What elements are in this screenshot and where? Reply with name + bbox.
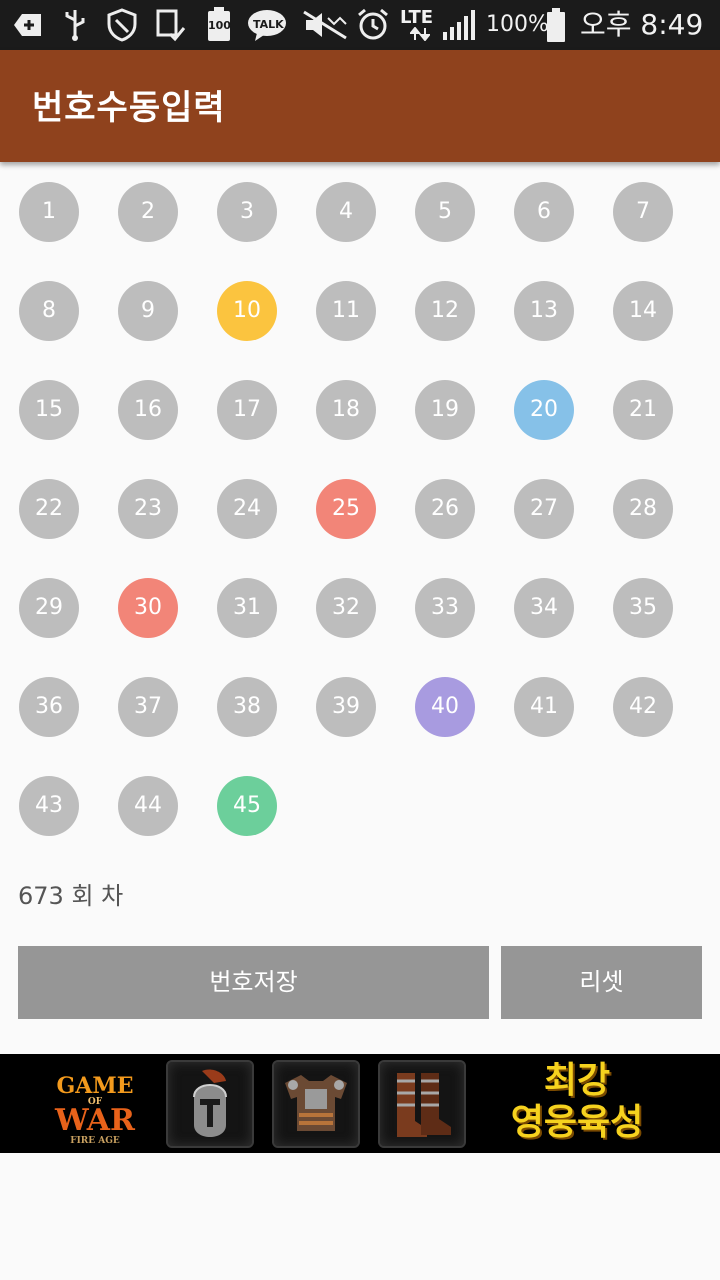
number-ball-5[interactable]: 5 <box>415 182 475 242</box>
number-ball-45[interactable]: 45 <box>217 776 277 836</box>
number-ball-17[interactable]: 17 <box>217 380 277 440</box>
number-ball-23[interactable]: 23 <box>118 479 178 539</box>
number-ball-35[interactable]: 35 <box>613 578 673 638</box>
number-ball-30[interactable]: 30 <box>118 578 178 638</box>
number-ball-7[interactable]: 7 <box>613 182 673 242</box>
number-ball-15[interactable]: 15 <box>19 380 79 440</box>
number-ball-16[interactable]: 16 <box>118 380 178 440</box>
number-ball-19[interactable]: 19 <box>415 380 475 440</box>
data-arrows-icon <box>408 26 432 42</box>
number-ball-31[interactable]: 31 <box>217 578 277 638</box>
number-ball-27[interactable]: 27 <box>514 479 574 539</box>
kakaotalk-icon: TALK <box>246 7 288 43</box>
alarm-icon <box>354 7 392 43</box>
screen-check-icon <box>152 7 188 43</box>
number-ball-22[interactable]: 22 <box>19 479 79 539</box>
number-ball-18[interactable]: 18 <box>316 380 376 440</box>
ad-copy: 최강 영웅육성 <box>510 1060 644 1143</box>
number-ball-11[interactable]: 11 <box>316 281 376 341</box>
number-ball-32[interactable]: 32 <box>316 578 376 638</box>
armor-icon <box>272 1060 360 1148</box>
number-ball-6[interactable]: 6 <box>514 182 574 242</box>
battery-icon <box>544 7 568 43</box>
number-ball-37[interactable]: 37 <box>118 677 178 737</box>
number-ball-36[interactable]: 36 <box>19 677 79 737</box>
number-ball-25[interactable]: 25 <box>316 479 376 539</box>
save-numbers-button[interactable]: 번호저장 <box>18 946 489 1019</box>
number-ball-28[interactable]: 28 <box>613 479 673 539</box>
number-ball-26[interactable]: 26 <box>415 479 475 539</box>
signal-icon <box>440 7 476 43</box>
number-ball-40[interactable]: 40 <box>415 677 475 737</box>
number-ball-20[interactable]: 20 <box>514 380 574 440</box>
number-ball-43[interactable]: 43 <box>19 776 79 836</box>
number-ball-14[interactable]: 14 <box>613 281 673 341</box>
number-ball-42[interactable]: 42 <box>613 677 673 737</box>
number-ball-9[interactable]: 9 <box>118 281 178 341</box>
mute-icon <box>300 7 350 43</box>
add-notification-icon <box>10 7 46 43</box>
page-title: 번호수동입력 <box>32 88 226 128</box>
number-ball-41[interactable]: 41 <box>514 677 574 737</box>
number-ball-34[interactable]: 34 <box>514 578 574 638</box>
game-of-war-logo: GAME OF WAR FIRE AGE <box>55 1073 135 1146</box>
number-ball-44[interactable]: 44 <box>118 776 178 836</box>
battery-percent: 100% <box>486 12 549 37</box>
number-ball-29[interactable]: 29 <box>19 578 79 638</box>
number-ball-4[interactable]: 4 <box>316 182 376 242</box>
number-ball-21[interactable]: 21 <box>613 380 673 440</box>
number-ball-33[interactable]: 33 <box>415 578 475 638</box>
number-ball-13[interactable]: 13 <box>514 281 574 341</box>
reset-button[interactable]: 리셋 <box>501 946 702 1019</box>
number-ball-12[interactable]: 12 <box>415 281 475 341</box>
round-label: 673 회 차 <box>18 882 124 910</box>
number-ball-38[interactable]: 38 <box>217 677 277 737</box>
app-bar: 번호수동입력 <box>0 50 720 162</box>
ad-banner[interactable]: GAME OF WAR FIRE AGE 최강 영웅육성 <box>0 1054 720 1153</box>
usb-icon <box>60 7 90 43</box>
number-ball-10[interactable]: 10 <box>217 281 277 341</box>
number-ball-3[interactable]: 3 <box>217 182 277 242</box>
shield-icon <box>104 7 140 43</box>
number-ball-8[interactable]: 8 <box>19 281 79 341</box>
helmet-icon <box>166 1060 254 1148</box>
battery-saver-icon: 100 <box>202 7 236 43</box>
number-ball-2[interactable]: 2 <box>118 182 178 242</box>
boots-icon <box>378 1060 466 1148</box>
number-ball-39[interactable]: 39 <box>316 677 376 737</box>
number-ball-24[interactable]: 24 <box>217 479 277 539</box>
number-ball-1[interactable]: 1 <box>19 182 79 242</box>
clock: 오후 8:49 <box>580 8 704 41</box>
status-bar: 100 TALK LTE 100% 오후 8:49 <box>0 0 720 50</box>
